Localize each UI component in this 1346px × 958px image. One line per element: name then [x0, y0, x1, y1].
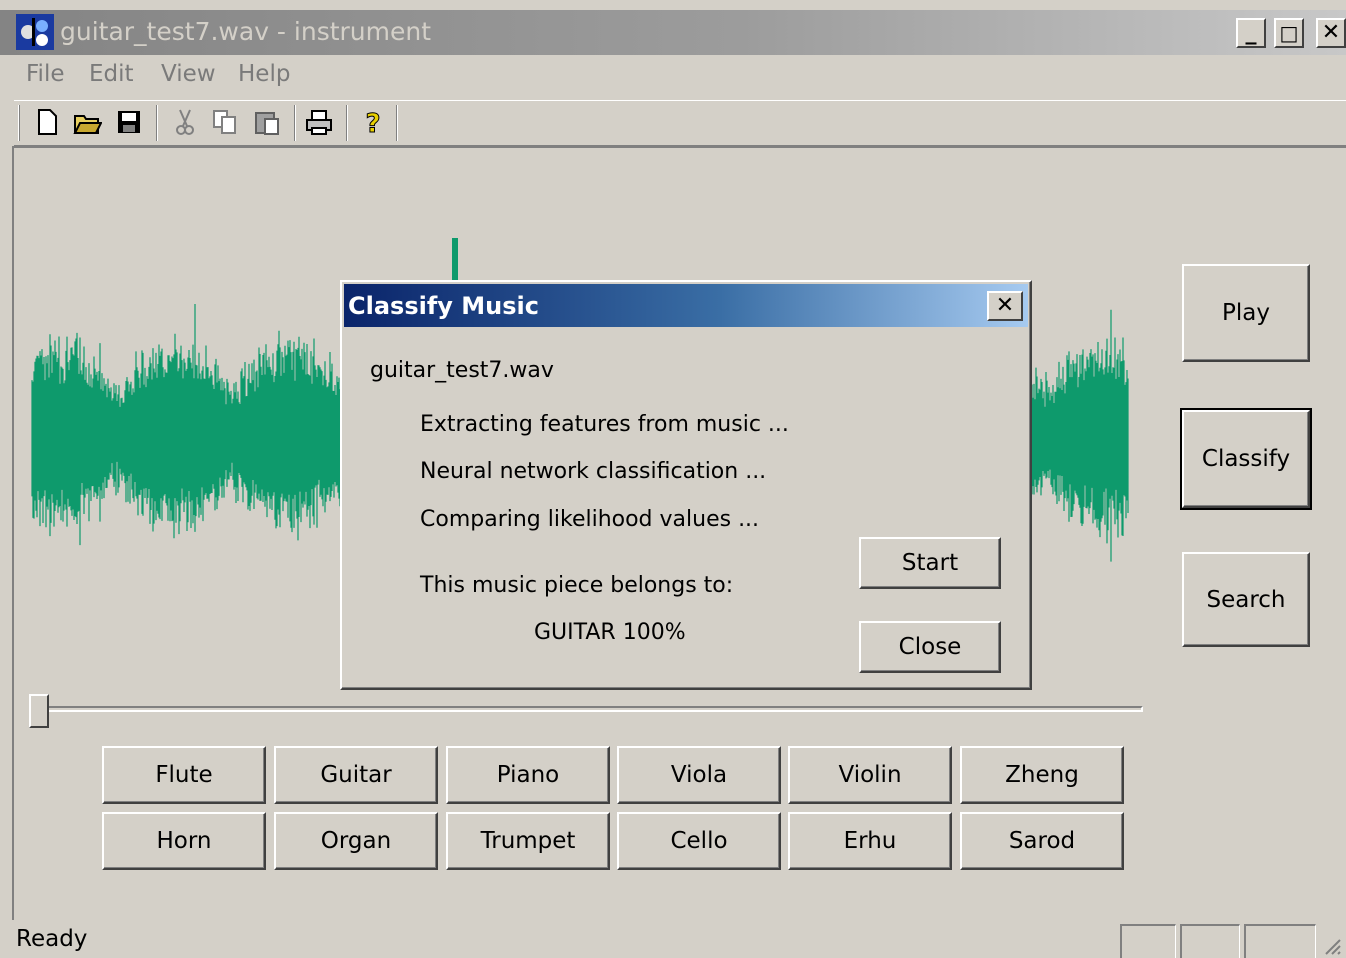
start-button[interactable]: Start	[859, 537, 1001, 589]
toolbar-grip	[18, 105, 20, 141]
resize-grip-icon[interactable]	[1322, 936, 1342, 956]
toolbar-separator	[396, 105, 398, 141]
toolbar-separator	[294, 105, 296, 141]
paste-icon[interactable]	[252, 106, 282, 138]
search-button[interactable]: Search	[1182, 552, 1310, 647]
dialog-close-button[interactable]: Close	[859, 621, 1001, 673]
status-pane	[1244, 924, 1316, 958]
instrument-button-piano[interactable]: Piano	[446, 746, 610, 804]
menu-file[interactable]: File	[26, 61, 65, 87]
copy-icon[interactable]	[210, 106, 240, 138]
instrument-button-organ[interactable]: Organ	[274, 812, 438, 870]
instrument-button-viola[interactable]: Viola	[617, 746, 781, 804]
help-icon[interactable]: ?	[358, 106, 388, 139]
minimize-button[interactable]: _	[1236, 18, 1266, 48]
window-title-bar: guitar_test7.wav - instrument _ □ ✕	[0, 10, 1346, 55]
dialog-title: Classify Music	[348, 292, 539, 320]
instrument-button-guitar[interactable]: Guitar	[274, 746, 438, 804]
menu-view[interactable]: View	[161, 61, 216, 87]
instrument-button-violin[interactable]: Violin	[788, 746, 952, 804]
maximize-button[interactable]: □	[1274, 18, 1304, 48]
save-icon[interactable]	[114, 106, 144, 138]
close-window-button[interactable]: ✕	[1316, 18, 1346, 48]
status-text: Ready	[16, 926, 88, 952]
app-icon[interactable]	[16, 14, 54, 50]
toolbar-separator	[346, 105, 348, 141]
waveform-segment	[1031, 309, 1129, 562]
svg-text:?: ?	[365, 109, 380, 138]
instrument-button-erhu[interactable]: Erhu	[788, 812, 952, 870]
toolbar: ?	[14, 100, 1346, 146]
dialog-step-compare: Comparing likelihood values ...	[420, 507, 760, 532]
menu-help[interactable]: Help	[238, 61, 290, 87]
waveform-segment	[31, 303, 341, 546]
cut-icon[interactable]	[170, 106, 200, 138]
menu-edit[interactable]: Edit	[89, 61, 134, 87]
dialog-filename: guitar_test7.wav	[370, 358, 554, 383]
classify-button[interactable]: Classify	[1180, 408, 1312, 510]
dialog-step-extract: Extracting features from music ...	[420, 412, 789, 437]
status-bar: Ready	[0, 920, 1346, 958]
dialog-close-icon[interactable]: ✕	[987, 291, 1023, 321]
position-slider-thumb[interactable]	[29, 694, 49, 728]
classify-music-dialog: Classify Music ✕ guitar_test7.wav Extrac…	[340, 280, 1032, 690]
status-pane	[1120, 924, 1176, 958]
instrument-button-horn[interactable]: Horn	[102, 812, 266, 870]
dialog-title-bar[interactable]: Classify Music ✕	[344, 284, 1028, 327]
new-icon[interactable]	[32, 106, 62, 138]
toolbar-separator	[156, 105, 158, 141]
position-slider-track[interactable]	[40, 706, 1143, 712]
status-pane	[1180, 924, 1240, 958]
waveform-peak	[452, 238, 458, 284]
instrument-button-sarod[interactable]: Sarod	[960, 812, 1124, 870]
play-button[interactable]: Play	[1182, 264, 1310, 362]
instrument-button-trumpet[interactable]: Trumpet	[446, 812, 610, 870]
dialog-result-label: This music piece belongs to:	[420, 573, 734, 598]
window-title: guitar_test7.wav - instrument	[60, 17, 432, 46]
instrument-button-cello[interactable]: Cello	[617, 812, 781, 870]
instrument-button-zheng[interactable]: Zheng	[960, 746, 1124, 804]
print-icon[interactable]	[304, 106, 334, 138]
instrument-button-flute[interactable]: Flute	[102, 746, 266, 804]
dialog-result-value: GUITAR 100%	[534, 620, 686, 645]
dialog-step-classify: Neural network classification ...	[420, 459, 767, 484]
open-icon[interactable]	[72, 106, 102, 138]
menu-bar: File Edit View Help	[0, 55, 1346, 99]
